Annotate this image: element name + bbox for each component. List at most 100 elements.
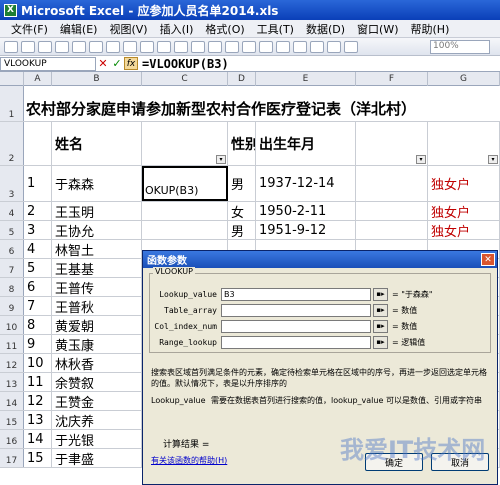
cell-name[interactable]: 于森森 bbox=[52, 166, 142, 201]
header-cell-birth[interactable]: 出生年月 bbox=[256, 122, 356, 165]
cell-name[interactable]: 沈庆养 bbox=[52, 411, 142, 429]
spelling-icon[interactable] bbox=[123, 40, 137, 53]
row-header[interactable]: 2 bbox=[0, 122, 24, 165]
menu-tools[interactable]: 工具(T) bbox=[252, 21, 299, 37]
argument-input[interactable] bbox=[221, 319, 371, 333]
menu-format[interactable]: 格式(O) bbox=[200, 21, 249, 37]
sort-descending-icon[interactable] bbox=[310, 40, 324, 53]
menu-help[interactable]: 帮助(H) bbox=[406, 21, 455, 37]
header-cell-c[interactable]: ▾ bbox=[142, 122, 228, 165]
header-cell-name[interactable]: 姓名 bbox=[52, 122, 142, 165]
header-cell-g[interactable]: ▾ bbox=[428, 122, 500, 165]
insert-function-icon[interactable]: fx bbox=[124, 57, 138, 70]
collapse-dialog-icon[interactable]: ▪▸ bbox=[373, 335, 388, 349]
header-cell-sex[interactable]: 性别 bbox=[228, 122, 256, 165]
column-header-c[interactable]: C bbox=[142, 72, 228, 86]
chart-wizard-icon[interactable] bbox=[327, 40, 341, 53]
cell-birth[interactable]: 1950-2-11 bbox=[256, 202, 356, 220]
formula-input[interactable]: =VLOOKUP(B3) bbox=[142, 57, 229, 71]
cell-sex[interactable]: 女 bbox=[228, 202, 256, 220]
column-header-d[interactable]: D bbox=[228, 72, 256, 86]
cell-name[interactable]: 王玉明 bbox=[52, 202, 142, 220]
row-header[interactable]: 7 bbox=[0, 259, 24, 277]
header-cell-f[interactable]: ▾ bbox=[356, 122, 428, 165]
row-header[interactable]: 6 bbox=[0, 240, 24, 258]
cell-c[interactable] bbox=[142, 221, 228, 239]
open-icon[interactable] bbox=[21, 40, 35, 53]
cell-f[interactable] bbox=[356, 202, 428, 220]
cell-number[interactable]: 11 bbox=[24, 373, 52, 391]
cell-c[interactable] bbox=[142, 202, 228, 220]
argument-input[interactable] bbox=[221, 303, 371, 317]
cell-name[interactable]: 于光银 bbox=[52, 430, 142, 448]
column-header-b[interactable]: B bbox=[52, 72, 142, 86]
argument-input[interactable]: B3 bbox=[221, 287, 371, 301]
cell-name[interactable]: 林秋香 bbox=[52, 354, 142, 372]
sheet-title[interactable]: 农村部分家庭申请参加新型农村合作医疗登记表（洋北村） bbox=[24, 86, 500, 121]
cell-name[interactable]: 林智土 bbox=[52, 240, 142, 258]
header-cell-a[interactable] bbox=[24, 122, 52, 165]
column-header-g[interactable]: G bbox=[428, 72, 500, 86]
autosum-icon[interactable] bbox=[276, 40, 290, 53]
cell-name[interactable]: 王基基 bbox=[52, 259, 142, 277]
ok-button[interactable]: 确定 bbox=[365, 453, 423, 471]
cancel-formula-icon[interactable]: ✕ bbox=[96, 57, 110, 71]
menu-window[interactable]: 窗口(W) bbox=[352, 21, 403, 37]
row-header[interactable]: 13 bbox=[0, 373, 24, 391]
cancel-button[interactable]: 取消 bbox=[431, 453, 489, 471]
cell-number[interactable]: 15 bbox=[24, 449, 52, 467]
row-header[interactable]: 17 bbox=[0, 449, 24, 467]
enter-formula-icon[interactable]: ✓ bbox=[110, 57, 124, 71]
collapse-dialog-icon[interactable]: ▪▸ bbox=[373, 303, 388, 317]
close-icon[interactable]: ✕ bbox=[481, 253, 495, 266]
row-header[interactable]: 1 bbox=[0, 86, 24, 121]
cell-birth[interactable]: 1951-9-12 bbox=[256, 221, 356, 239]
cell-sex[interactable]: 男 bbox=[228, 221, 256, 239]
cell-number[interactable]: 10 bbox=[24, 354, 52, 372]
row-header[interactable]: 5 bbox=[0, 221, 24, 239]
permission-icon[interactable] bbox=[55, 40, 69, 53]
row-header[interactable]: 12 bbox=[0, 354, 24, 372]
cell-name[interactable]: 黄爱朝 bbox=[52, 316, 142, 334]
cell-name[interactable]: 余赞叙 bbox=[52, 373, 142, 391]
select-all-corner[interactable] bbox=[0, 72, 24, 86]
name-box[interactable]: VLOOKUP bbox=[0, 56, 96, 71]
cell-number[interactable]: 14 bbox=[24, 430, 52, 448]
cell-number[interactable]: 1 bbox=[24, 166, 52, 201]
cell-number[interactable]: 6 bbox=[24, 278, 52, 296]
filter-dropdown-icon[interactable]: ▾ bbox=[216, 155, 226, 164]
column-header-a[interactable]: A bbox=[24, 72, 52, 86]
row-header[interactable]: 8 bbox=[0, 278, 24, 296]
email-icon[interactable] bbox=[72, 40, 86, 53]
cell-note[interactable]: 独女户 bbox=[428, 202, 500, 220]
cell-name[interactable]: 王协允 bbox=[52, 221, 142, 239]
paste-icon[interactable] bbox=[191, 40, 205, 53]
menu-edit[interactable]: 编辑(E) bbox=[55, 21, 103, 37]
cell-name[interactable]: 王赞金 bbox=[52, 392, 142, 410]
new-icon[interactable] bbox=[4, 40, 18, 53]
cell-number[interactable]: 3 bbox=[24, 221, 52, 239]
column-header-f[interactable]: F bbox=[356, 72, 428, 86]
copy-icon[interactable] bbox=[174, 40, 188, 53]
column-header-e[interactable]: E bbox=[256, 72, 356, 86]
collapse-dialog-icon[interactable]: ▪▸ bbox=[373, 319, 388, 333]
menu-file[interactable]: 文件(F) bbox=[6, 21, 53, 37]
cell-sex[interactable]: 男 bbox=[228, 166, 256, 201]
cut-icon[interactable] bbox=[157, 40, 171, 53]
cell-birth[interactable]: 1937-12-14 bbox=[256, 166, 356, 201]
menu-data[interactable]: 数据(D) bbox=[301, 21, 350, 37]
research-icon[interactable] bbox=[140, 40, 154, 53]
menu-insert[interactable]: 插入(I) bbox=[155, 21, 199, 37]
save-icon[interactable] bbox=[38, 40, 52, 53]
drawing-icon[interactable] bbox=[344, 40, 358, 53]
row-header[interactable]: 11 bbox=[0, 335, 24, 353]
cell-f[interactable] bbox=[356, 166, 428, 201]
function-help-link[interactable]: 有关该函数的帮助(H) bbox=[151, 455, 227, 466]
row-header[interactable]: 10 bbox=[0, 316, 24, 334]
cell-name[interactable]: 王普秋 bbox=[52, 297, 142, 315]
cell-note[interactable]: 独女户 bbox=[428, 166, 500, 201]
cell-number[interactable]: 4 bbox=[24, 240, 52, 258]
cell-number[interactable]: 12 bbox=[24, 392, 52, 410]
sort-ascending-icon[interactable] bbox=[293, 40, 307, 53]
zoom-select[interactable]: 100% bbox=[430, 39, 490, 54]
